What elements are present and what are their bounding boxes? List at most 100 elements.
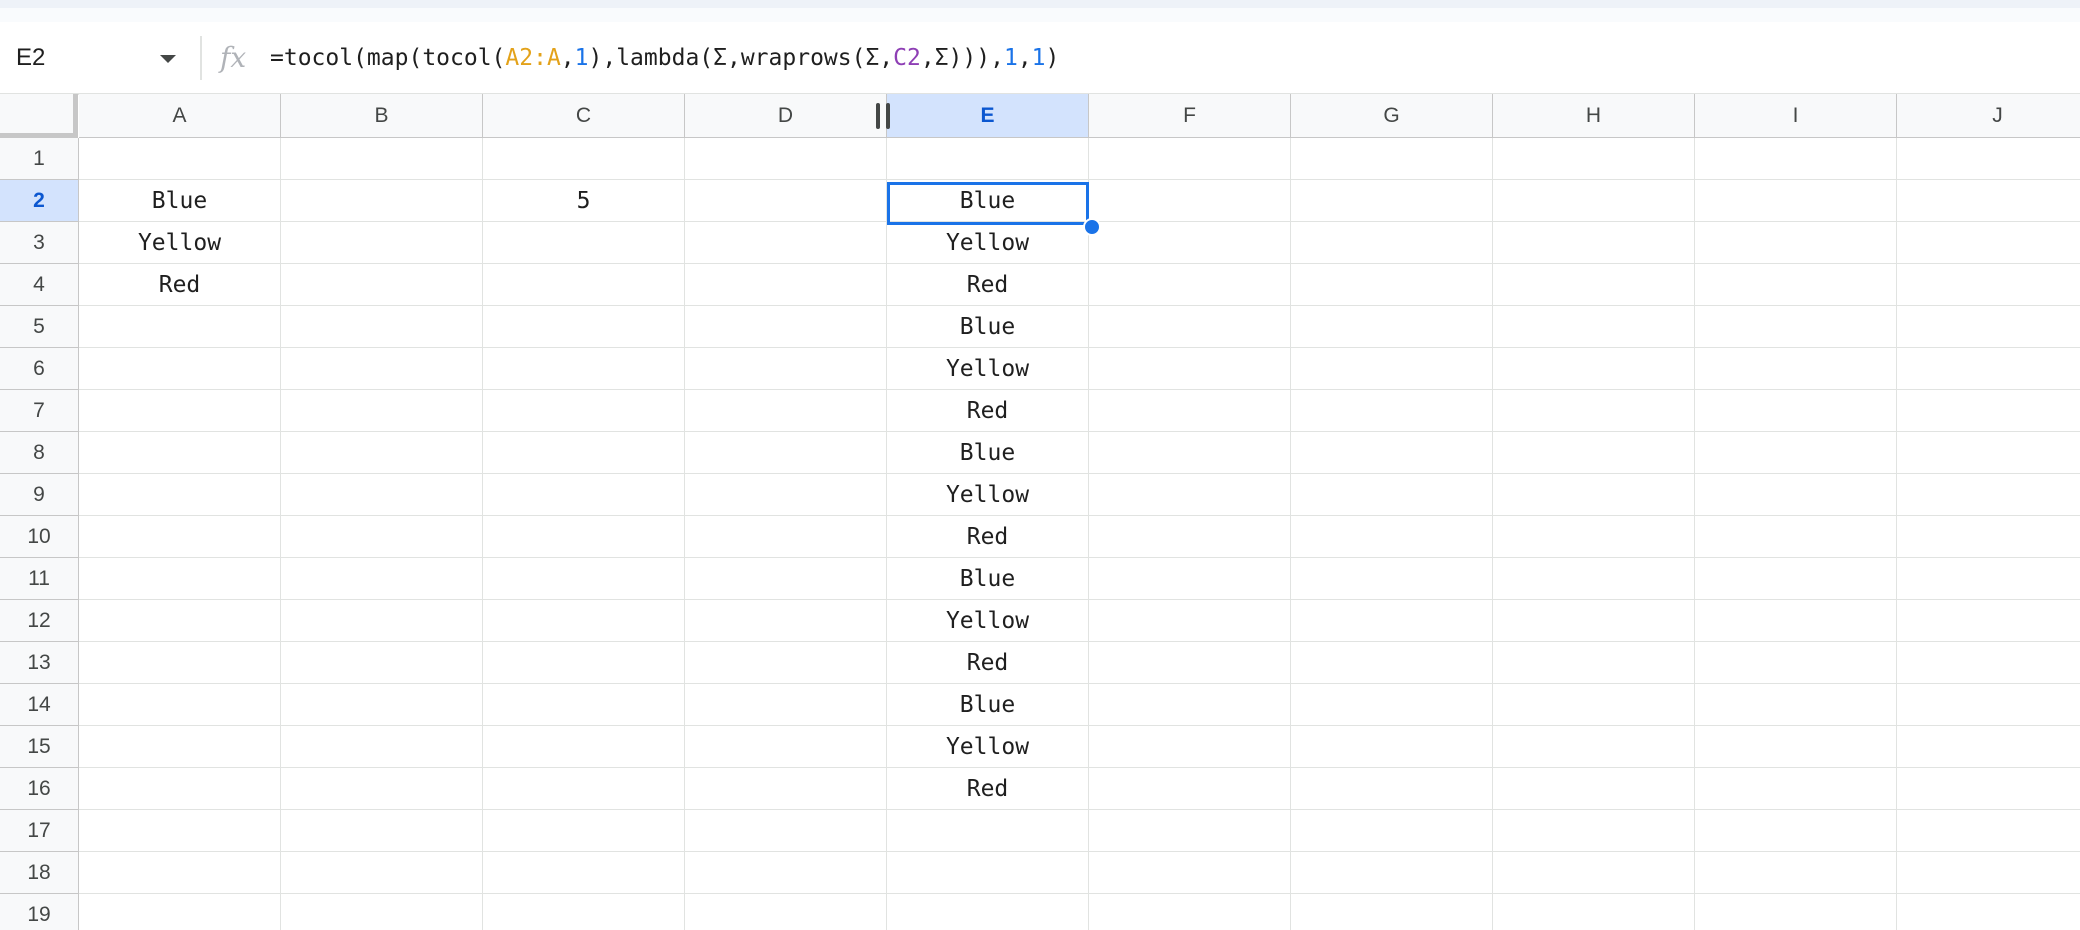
cell-e3[interactable]: Yellow — [887, 222, 1089, 264]
cell-c16[interactable] — [483, 768, 685, 810]
cell-f8[interactable] — [1089, 432, 1291, 474]
cell-b11[interactable] — [281, 558, 483, 600]
cell-f12[interactable] — [1089, 600, 1291, 642]
cell-e19[interactable] — [887, 894, 1089, 930]
cell-d15[interactable] — [685, 726, 887, 768]
cell-b17[interactable] — [281, 810, 483, 852]
cell-i19[interactable] — [1695, 894, 1897, 930]
cell-f6[interactable] — [1089, 348, 1291, 390]
cell-c12[interactable] — [483, 600, 685, 642]
cell-i7[interactable] — [1695, 390, 1897, 432]
column-header-c[interactable]: C — [483, 94, 685, 138]
cell-h11[interactable] — [1493, 558, 1695, 600]
cell-a4[interactable]: Red — [79, 264, 281, 306]
row-header-5[interactable]: 5 — [0, 306, 79, 348]
cell-g1[interactable] — [1291, 138, 1493, 180]
cell-i1[interactable] — [1695, 138, 1897, 180]
cell-j11[interactable] — [1897, 558, 2080, 600]
cell-h8[interactable] — [1493, 432, 1695, 474]
cell-a7[interactable] — [79, 390, 281, 432]
cell-b18[interactable] — [281, 852, 483, 894]
row-header-17[interactable]: 17 — [0, 810, 79, 852]
cell-j17[interactable] — [1897, 810, 2080, 852]
cell-i12[interactable] — [1695, 600, 1897, 642]
cell-g17[interactable] — [1291, 810, 1493, 852]
cell-h12[interactable] — [1493, 600, 1695, 642]
cell-a6[interactable] — [79, 348, 281, 390]
cell-e4[interactable]: Red — [887, 264, 1089, 306]
cell-c5[interactable] — [483, 306, 685, 348]
cell-d12[interactable] — [685, 600, 887, 642]
cell-d4[interactable] — [685, 264, 887, 306]
cell-d6[interactable] — [685, 348, 887, 390]
cell-e11[interactable]: Blue — [887, 558, 1089, 600]
cell-j18[interactable] — [1897, 852, 2080, 894]
cell-g16[interactable] — [1291, 768, 1493, 810]
cell-i13[interactable] — [1695, 642, 1897, 684]
column-header-j[interactable]: J — [1897, 94, 2080, 138]
cell-d7[interactable] — [685, 390, 887, 432]
cell-g4[interactable] — [1291, 264, 1493, 306]
cell-c10[interactable] — [483, 516, 685, 558]
cell-i6[interactable] — [1695, 348, 1897, 390]
cell-g11[interactable] — [1291, 558, 1493, 600]
cell-g15[interactable] — [1291, 726, 1493, 768]
cell-f19[interactable] — [1089, 894, 1291, 930]
cell-b1[interactable] — [281, 138, 483, 180]
cell-g2[interactable] — [1291, 180, 1493, 222]
cell-b6[interactable] — [281, 348, 483, 390]
column-header-e[interactable]: E — [887, 94, 1089, 138]
cell-b15[interactable] — [281, 726, 483, 768]
cell-h16[interactable] — [1493, 768, 1695, 810]
cell-d9[interactable] — [685, 474, 887, 516]
cell-a5[interactable] — [79, 306, 281, 348]
cell-f9[interactable] — [1089, 474, 1291, 516]
cell-e9[interactable]: Yellow — [887, 474, 1089, 516]
row-header-14[interactable]: 14 — [0, 684, 79, 726]
cell-d16[interactable] — [685, 768, 887, 810]
cell-i2[interactable] — [1695, 180, 1897, 222]
cell-h15[interactable] — [1493, 726, 1695, 768]
cell-d1[interactable] — [685, 138, 887, 180]
row-header-10[interactable]: 10 — [0, 516, 79, 558]
column-header-d[interactable]: D — [685, 94, 887, 138]
cell-j12[interactable] — [1897, 600, 2080, 642]
cell-d10[interactable] — [685, 516, 887, 558]
cell-e14[interactable]: Blue — [887, 684, 1089, 726]
cell-e1[interactable] — [887, 138, 1089, 180]
cell-j1[interactable] — [1897, 138, 2080, 180]
row-header-12[interactable]: 12 — [0, 600, 79, 642]
cell-b5[interactable] — [281, 306, 483, 348]
cell-a17[interactable] — [79, 810, 281, 852]
cell-g18[interactable] — [1291, 852, 1493, 894]
cell-h4[interactable] — [1493, 264, 1695, 306]
cell-f11[interactable] — [1089, 558, 1291, 600]
column-header-i[interactable]: I — [1695, 94, 1897, 138]
cell-d11[interactable] — [685, 558, 887, 600]
cell-b4[interactable] — [281, 264, 483, 306]
cell-g9[interactable] — [1291, 474, 1493, 516]
cell-d13[interactable] — [685, 642, 887, 684]
cell-i3[interactable] — [1695, 222, 1897, 264]
cell-a14[interactable] — [79, 684, 281, 726]
row-header-9[interactable]: 9 — [0, 474, 79, 516]
cell-j8[interactable] — [1897, 432, 2080, 474]
cell-e7[interactable]: Red — [887, 390, 1089, 432]
cell-i14[interactable] — [1695, 684, 1897, 726]
cell-g19[interactable] — [1291, 894, 1493, 930]
cell-d3[interactable] — [685, 222, 887, 264]
cell-d18[interactable] — [685, 852, 887, 894]
cell-b12[interactable] — [281, 600, 483, 642]
cell-e17[interactable] — [887, 810, 1089, 852]
cell-h3[interactable] — [1493, 222, 1695, 264]
cell-d17[interactable] — [685, 810, 887, 852]
cell-b7[interactable] — [281, 390, 483, 432]
cell-h1[interactable] — [1493, 138, 1695, 180]
cell-c11[interactable] — [483, 558, 685, 600]
cell-j4[interactable] — [1897, 264, 2080, 306]
cell-a11[interactable] — [79, 558, 281, 600]
cell-b14[interactable] — [281, 684, 483, 726]
cell-i18[interactable] — [1695, 852, 1897, 894]
cell-c2[interactable]: 5 — [483, 180, 685, 222]
cell-a12[interactable] — [79, 600, 281, 642]
